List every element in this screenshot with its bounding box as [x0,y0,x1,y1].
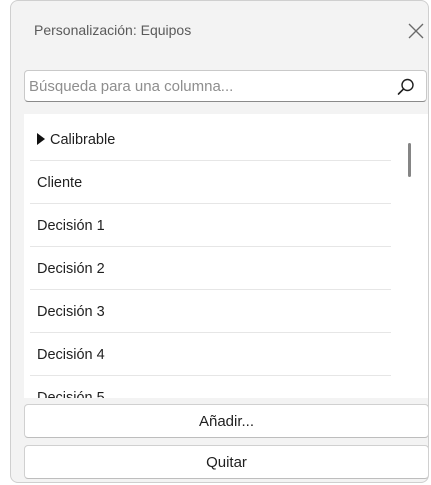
close-button[interactable] [404,19,428,43]
add-button[interactable]: Añadir... [24,404,429,438]
list-item-label: Decisión 1 [37,218,105,234]
remove-button[interactable]: Quitar [24,445,429,479]
list-item-label: Decisión 4 [37,347,105,363]
column-list[interactable]: Calibrable Cliente Decisión 1 Decisión 2… [24,114,428,398]
list-item[interactable]: Decisión 2 [30,248,391,290]
search-box[interactable] [24,70,427,102]
list-item-label: Decisión 5 [37,390,105,398]
list-item[interactable]: Cliente [30,162,391,204]
scrollbar-thumb[interactable] [408,143,411,177]
close-icon [408,23,424,39]
list-item[interactable]: Decisión 4 [30,334,391,376]
list-item-label: Cliente [37,175,83,191]
list-item[interactable]: Decisión 1 [30,205,391,247]
list-item-label: Calibrable [50,132,116,148]
search-button[interactable] [395,76,417,98]
expand-arrow-icon[interactable] [37,133,45,145]
dialog-title: Personalización: Equipos [34,22,192,38]
list-item-calibrable[interactable]: Calibrable [30,119,391,161]
list-item[interactable]: Decisión 5 [30,377,391,398]
vertical-scrollbar[interactable] [406,114,416,398]
list-item[interactable]: Decisión 3 [30,291,391,333]
search-input[interactable] [29,75,389,97]
search-icon [397,78,414,95]
list-item-label: Decisión 3 [37,304,105,320]
list-item-label: Decisión 2 [37,261,105,277]
